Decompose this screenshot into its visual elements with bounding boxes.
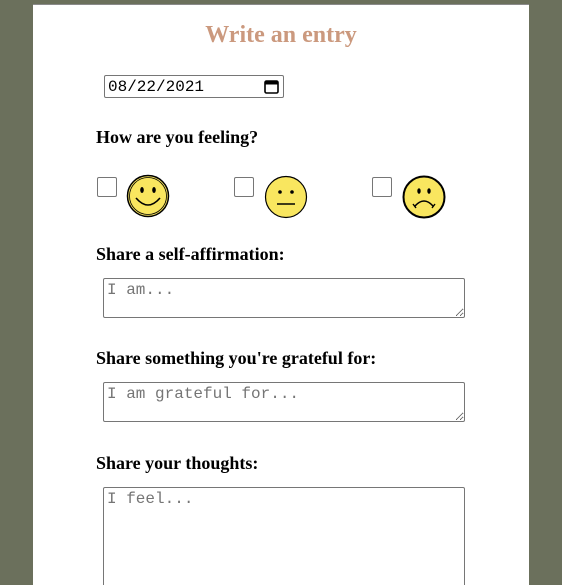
gratitude-heading: Share something you're grateful for: [96,348,377,368]
neutral-face-icon [264,175,308,219]
date-value: 08/22/2021 [108,78,205,96]
thoughts-heading: Share your thoughts: [96,453,259,473]
mood-happy-checkbox[interactable] [97,177,117,197]
gratitude-input[interactable] [103,382,465,422]
affirmation-heading: Share a self-affirmation: [96,244,285,264]
mood-neutral-checkbox[interactable] [234,177,254,197]
mood-heading: How are you feeling? [96,127,259,147]
entry-card: Write an entry 08/22/2021 How are you fe… [33,4,529,585]
thoughts-input[interactable] [103,487,465,585]
page-title: Write an entry [205,22,357,48]
date-input[interactable]: 08/22/2021 [104,75,284,98]
sad-face-icon [402,175,446,219]
happy-face-icon [126,174,170,218]
affirmation-input[interactable] [103,278,465,318]
calendar-icon[interactable] [264,79,279,94]
mood-sad-checkbox[interactable] [372,177,392,197]
